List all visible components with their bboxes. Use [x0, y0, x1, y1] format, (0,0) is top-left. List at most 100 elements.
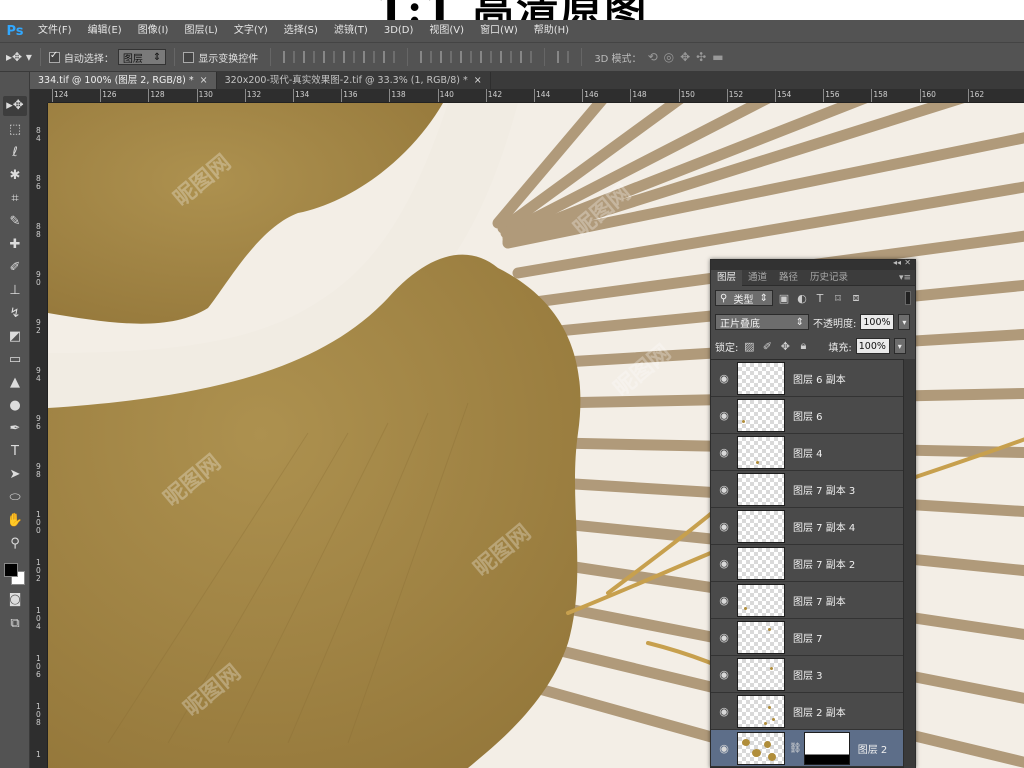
- align-right-icon[interactable]: [383, 51, 396, 63]
- layer-row[interactable]: ◉ 图层 7 副本 3: [711, 471, 903, 508]
- filter-pixel-icon[interactable]: ▣: [777, 292, 791, 305]
- align-hcenter-icon[interactable]: [363, 51, 376, 63]
- distribute-vcenter-icon[interactable]: [440, 51, 453, 63]
- close-icon[interactable]: ×: [474, 75, 482, 86]
- filter-shape-icon[interactable]: ⌑: [831, 292, 845, 305]
- document-tab[interactable]: 334.tif @ 100% (图层 2, RGB/8) * ×: [30, 72, 217, 89]
- 3d-orbit-icon[interactable]: ⟲: [648, 50, 658, 64]
- blur-icon[interactable]: ▲: [3, 373, 27, 393]
- filter-toggle[interactable]: [905, 291, 911, 305]
- opacity-slider-toggle[interactable]: ▾: [898, 314, 911, 330]
- menu-edit[interactable]: 编辑(E): [80, 20, 130, 42]
- chain-icon[interactable]: ⛓: [789, 743, 802, 754]
- menu-image[interactable]: 图像(I): [130, 20, 177, 42]
- magic-wand-icon[interactable]: ✱: [3, 166, 27, 186]
- eye-icon[interactable]: ◉: [711, 705, 737, 718]
- layer-row[interactable]: ◉ 图层 3: [711, 656, 903, 693]
- layer-row-selected[interactable]: ◉ ⛓ 图层 2: [711, 730, 903, 767]
- panel-menu-icon[interactable]: ▾≡: [899, 270, 911, 286]
- pen-icon[interactable]: ✒: [3, 419, 27, 439]
- menu-3d[interactable]: 3D(D): [376, 20, 422, 42]
- fill-field[interactable]: 100%: [855, 338, 890, 354]
- eye-icon[interactable]: ◉: [711, 594, 737, 607]
- eraser-icon[interactable]: ◩: [3, 327, 27, 347]
- eyedropper-icon[interactable]: ✎: [3, 212, 27, 232]
- eye-icon[interactable]: ◉: [711, 668, 737, 681]
- blend-mode-dropdown[interactable]: 正片叠底 ⇕: [715, 314, 809, 330]
- align-bottom-icon[interactable]: [323, 51, 336, 63]
- eye-icon[interactable]: ◉: [711, 409, 737, 422]
- menu-help[interactable]: 帮助(H): [526, 20, 577, 42]
- 3d-pan-icon[interactable]: ✥: [680, 50, 690, 64]
- layer-mask-thumbnail[interactable]: [803, 731, 850, 765]
- distribute-left-icon[interactable]: [480, 51, 493, 63]
- filter-kind-dropdown[interactable]: ⚲ 类型 ⇕: [715, 290, 773, 306]
- crop-icon[interactable]: ⌗: [3, 189, 27, 209]
- healing-icon[interactable]: ✚: [3, 235, 27, 255]
- filter-type-icon[interactable]: T: [813, 292, 827, 305]
- layer-row[interactable]: ◉ 图层 7: [711, 619, 903, 656]
- show-transform-checkbox[interactable]: [183, 51, 195, 63]
- type-icon[interactable]: T: [3, 442, 27, 462]
- tab-paths[interactable]: 路径: [773, 270, 804, 286]
- tab-layers[interactable]: 图层: [711, 269, 743, 286]
- auto-select-target-dropdown[interactable]: 图层 ⇕: [117, 49, 167, 65]
- history-brush-icon[interactable]: ↯: [3, 304, 27, 324]
- collapse-icon[interactable]: ◂◂: [893, 258, 901, 267]
- menu-view[interactable]: 视图(V): [421, 20, 472, 42]
- distribute-hcenter-icon[interactable]: [500, 51, 513, 63]
- menu-select[interactable]: 选择(S): [276, 20, 326, 42]
- close-icon[interactable]: ✕: [904, 258, 911, 267]
- opacity-field[interactable]: 100%: [860, 314, 895, 330]
- layer-row[interactable]: ◉ 图层 2 副本: [711, 693, 903, 730]
- lock-position-icon[interactable]: ✥: [778, 340, 792, 353]
- lock-transparency-icon[interactable]: ▨: [742, 340, 756, 353]
- eye-icon[interactable]: ◉: [711, 446, 737, 459]
- ellipse-icon[interactable]: ⬭: [3, 488, 27, 508]
- brush-icon[interactable]: ✐: [3, 258, 27, 278]
- 3d-slide-icon[interactable]: ✣: [696, 50, 706, 64]
- fill-slider-toggle[interactable]: ▾: [893, 338, 906, 354]
- layer-row[interactable]: ◉ 图层 6: [711, 397, 903, 434]
- distribute-top-icon[interactable]: [420, 51, 433, 63]
- screen-mode-icon[interactable]: ⧉: [3, 614, 27, 634]
- eye-icon[interactable]: ◉: [711, 372, 737, 385]
- eye-icon[interactable]: ◉: [711, 742, 737, 755]
- align-left-icon[interactable]: [343, 51, 356, 63]
- menu-filter[interactable]: 滤镜(T): [326, 20, 376, 42]
- document-tab[interactable]: 320x200-现代-真实效果图-2.tif @ 33.3% (1, RGB/8…: [217, 72, 491, 89]
- horizontal-ruler[interactable]: 124 126 128 130 132 134 136 138 140 142 144 146 148 1…: [48, 89, 1024, 103]
- menu-type[interactable]: 文字(Y): [226, 20, 276, 42]
- tab-history[interactable]: 历史记录: [804, 270, 854, 286]
- quick-mask-icon[interactable]: ◙: [3, 590, 27, 610]
- foreground-color-swatch[interactable]: [4, 563, 18, 577]
- layer-row[interactable]: ◉ 图层 4: [711, 434, 903, 471]
- 3d-roll-icon[interactable]: ◎: [664, 50, 674, 64]
- gradient-icon[interactable]: ▭: [3, 350, 27, 370]
- layer-row[interactable]: ◉ 图层 7 副本: [711, 582, 903, 619]
- menu-window[interactable]: 窗口(W): [472, 20, 526, 42]
- eye-icon[interactable]: ◉: [711, 483, 737, 496]
- eye-icon[interactable]: ◉: [711, 557, 737, 570]
- 3d-scale-icon[interactable]: ▬: [712, 50, 723, 64]
- align-vcenter-icon[interactable]: [303, 51, 316, 63]
- layer-row[interactable]: ◉ 图层 6 副本: [711, 360, 903, 397]
- lock-pixels-icon[interactable]: ✐: [760, 340, 774, 353]
- filter-adjustment-icon[interactable]: ◐: [795, 292, 809, 305]
- distribute-right-icon[interactable]: [520, 51, 533, 63]
- lasso-icon[interactable]: ℓ: [3, 143, 27, 163]
- layer-row[interactable]: ◉ 图层 7 副本 4: [711, 508, 903, 545]
- panel-titlebar[interactable]: ◂◂ ✕: [711, 258, 915, 270]
- marquee-icon[interactable]: ⬚: [3, 120, 27, 140]
- auto-select-checkbox[interactable]: [48, 50, 60, 63]
- eye-icon[interactable]: ◉: [711, 631, 737, 644]
- tab-channels[interactable]: 通道: [742, 270, 773, 286]
- move-icon[interactable]: ▸✥: [3, 96, 27, 116]
- path-select-icon[interactable]: ➤: [3, 465, 27, 485]
- eye-icon[interactable]: ◉: [711, 520, 737, 533]
- move-tool-preset-icon[interactable]: ▸✥ ▾: [6, 50, 32, 64]
- dodge-icon[interactable]: ●: [3, 396, 27, 416]
- hand-icon[interactable]: ✋: [3, 511, 27, 531]
- menu-layer[interactable]: 图层(L): [176, 20, 225, 42]
- vertical-ruler[interactable]: 84 86 88 90 92 94 96 98 100 102 104 106 108 1: [30, 103, 48, 768]
